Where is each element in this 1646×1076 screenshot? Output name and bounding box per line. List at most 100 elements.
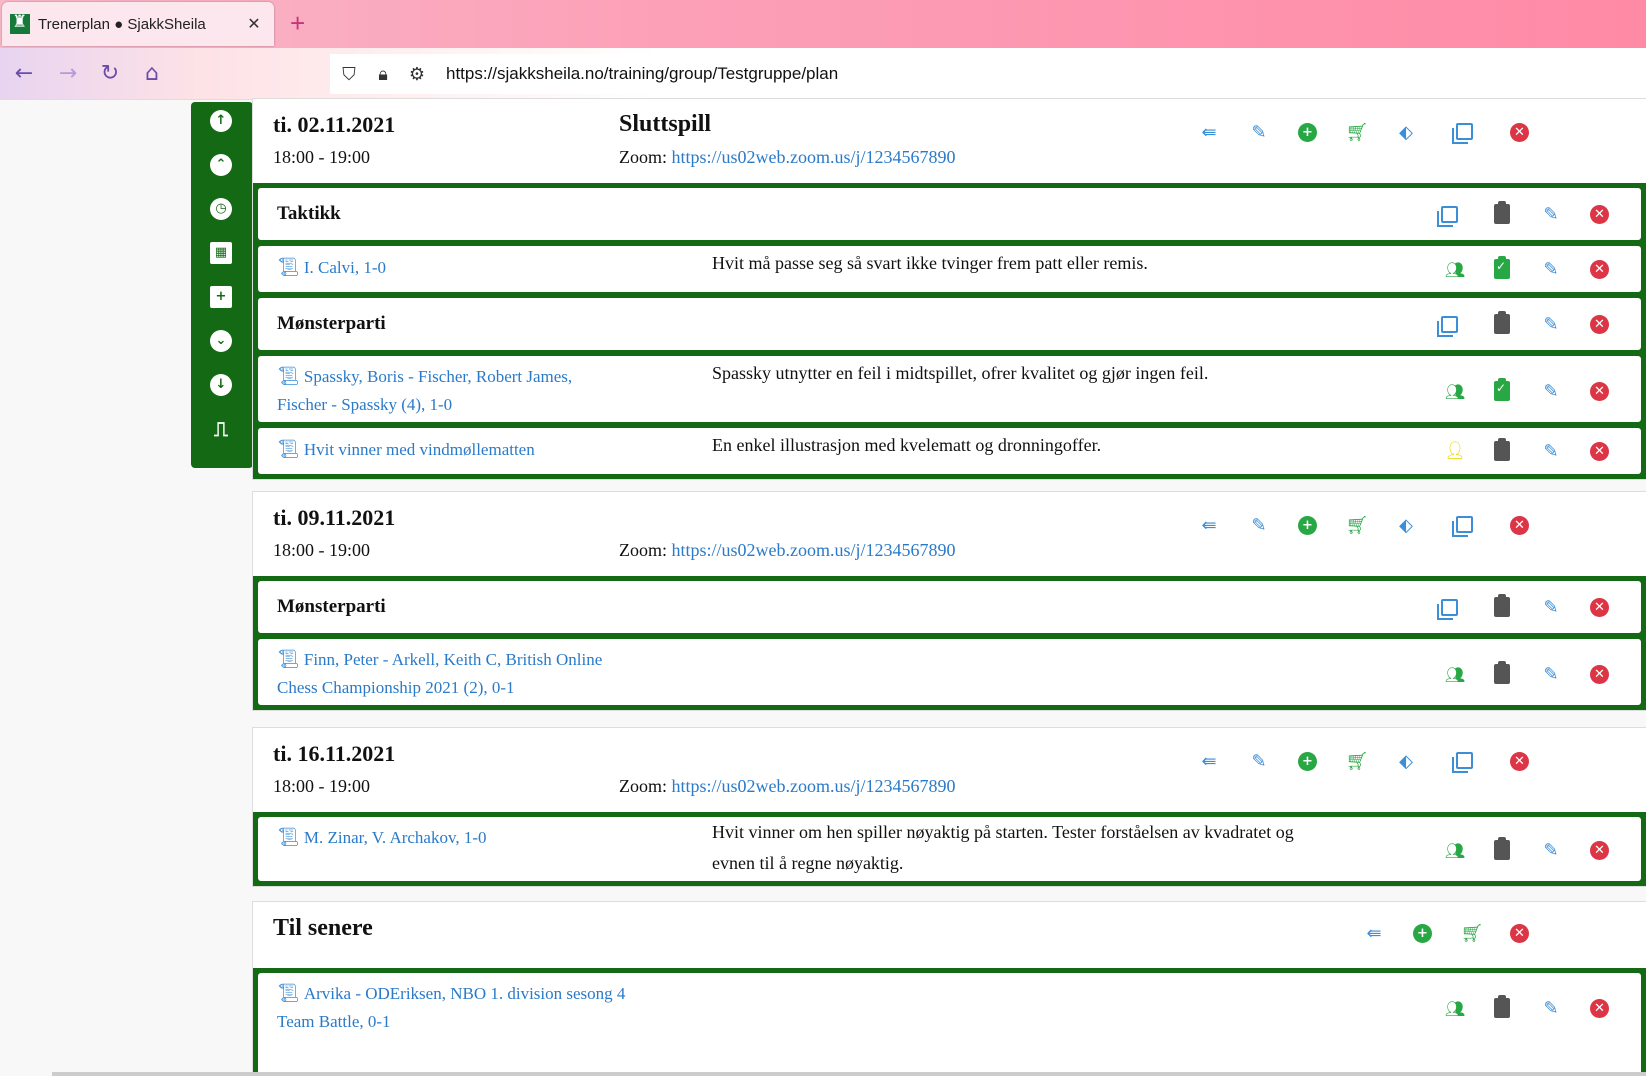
item-actions: 👥︎ ✎ ✕ (1444, 995, 1609, 1019)
import-icon[interactable]: ⇚ (1198, 750, 1220, 772)
delete-icon[interactable]: ✕ (1510, 516, 1529, 535)
zoom-link[interactable]: https://us02web.zoom.us/j/1234567890 (672, 540, 956, 560)
lesson-header: ti. 16.11.2021 18:00 - 19:00 Zoom: https… (253, 728, 1646, 812)
move-bottom-icon[interactable]: ↓ (210, 374, 232, 396)
game-link[interactable]: 📜︎ Spassky, Boris - Fischer, Robert James… (277, 362, 607, 419)
copy-icon[interactable] (1437, 598, 1458, 620)
cart-icon[interactable]: 🛒︎ (1346, 121, 1369, 143)
add-icon[interactable]: + (1298, 123, 1317, 142)
add-icon[interactable]: + (1298, 516, 1317, 535)
exit-door-icon[interactable]: ⎍ (210, 418, 232, 440)
edit-icon[interactable]: ✎ (1540, 380, 1562, 402)
clock-icon[interactable]: ◷ (210, 198, 232, 220)
tab-strip: Trenerplan ● SjakkSheila ✕ + (0, 0, 1646, 48)
clipboard-icon[interactable] (1494, 311, 1510, 334)
delete-icon[interactable]: ✕ (1590, 259, 1609, 279)
add-icon[interactable]: + (1413, 924, 1432, 943)
edit-icon[interactable]: ✎ (1540, 440, 1562, 462)
clipboard-icon[interactable] (1494, 594, 1510, 617)
new-tab-button[interactable]: + (290, 8, 305, 39)
delete-icon[interactable]: ✕ (1590, 314, 1609, 334)
sjakksheila-favicon-icon (10, 12, 30, 34)
game-link[interactable]: 📜︎ I. Calvi, 1-0 (277, 253, 607, 282)
clipboard-check-icon[interactable] (1494, 378, 1510, 401)
address-bar[interactable]: ⛉ 🔒︎ ⚙ https://sjakksheila.no/training/g… (330, 54, 1646, 94)
calendar-icon[interactable]: ▦ (210, 242, 232, 264)
edit-icon[interactable]: ✎ (1248, 750, 1270, 772)
add-icon[interactable]: + (1298, 752, 1317, 771)
url-text[interactable]: https://sjakksheila.no/training/group/Te… (446, 64, 838, 84)
game-link[interactable]: 📜︎ M. Zinar, V. Archakov, 1-0 (277, 823, 607, 852)
import-icon[interactable]: ⇚ (1363, 922, 1385, 944)
clipboard-check-icon[interactable] (1494, 256, 1510, 279)
move-top-icon[interactable]: ↑ (210, 110, 232, 132)
delete-icon[interactable]: ✕ (1590, 441, 1609, 461)
cart-icon[interactable]: 🛒︎ (1346, 750, 1369, 772)
tab-close-icon[interactable]: ✕ (242, 14, 266, 34)
edit-icon[interactable]: ✎ (1540, 997, 1562, 1019)
move-down-icon[interactable]: ⌄ (210, 330, 232, 352)
users-icon[interactable]: 👥︎ (1444, 258, 1466, 280)
calendar-add-icon[interactable]: + (210, 286, 232, 308)
delete-icon[interactable]: ✕ (1590, 840, 1609, 860)
delete-icon[interactable]: ✕ (1590, 597, 1609, 617)
game-link[interactable]: 📜︎ Finn, Peter - Arkell, Keith C, British… (277, 645, 637, 702)
forward-arrow-icon[interactable]: → (54, 60, 82, 88)
later-header: Til senere ⇚ + 🛒︎ ✕ (253, 902, 1646, 968)
copy-icon[interactable] (1452, 516, 1473, 537)
clipboard-icon[interactable] (1494, 661, 1510, 684)
zoom-link[interactable]: https://us02web.zoom.us/j/1234567890 (672, 147, 956, 167)
edit-icon[interactable]: ✎ (1540, 258, 1562, 280)
copy-icon[interactable] (1437, 315, 1458, 337)
cart-icon[interactable]: 🛒︎ (1461, 922, 1484, 944)
delete-icon[interactable]: ✕ (1590, 664, 1609, 684)
shield-icon[interactable]: ⛉ (340, 64, 358, 85)
clipboard-icon[interactable] (1494, 995, 1510, 1018)
home-icon[interactable]: ⌂ (138, 60, 166, 88)
lesson-date: ti. 16.11.2021 (273, 741, 396, 766)
edit-icon[interactable]: ✎ (1540, 596, 1562, 618)
cart-icon[interactable]: 🛒︎ (1346, 514, 1369, 536)
game-link[interactable]: 📜︎ Arvika - ODEriksen, NBO 1. division se… (277, 979, 637, 1036)
edit-icon[interactable]: ✎ (1540, 839, 1562, 861)
users-icon[interactable]: 👥︎ (1444, 380, 1466, 402)
lesson-sections: Taktikk ✎ ✕ 📜︎ I. Calvi, 1-0 Hvit må pass… (253, 183, 1646, 479)
permissions-icon[interactable]: ⚙ (408, 64, 426, 85)
clipboard-icon[interactable] (1494, 438, 1510, 461)
user-icon[interactable]: 👤︎ (1444, 440, 1466, 462)
delete-icon[interactable]: ✕ (1510, 123, 1529, 142)
edit-icon[interactable]: ✎ (1540, 313, 1562, 335)
clipboard-icon[interactable] (1494, 201, 1510, 224)
edit-icon[interactable]: ✎ (1540, 663, 1562, 685)
delete-icon[interactable]: ✕ (1590, 998, 1609, 1018)
reload-icon[interactable]: ↻ (96, 60, 124, 88)
puzzle-icon[interactable]: ⬖ (1395, 121, 1417, 143)
edit-icon[interactable]: ✎ (1248, 121, 1270, 143)
users-icon[interactable]: 👥︎ (1444, 997, 1466, 1019)
delete-icon[interactable]: ✕ (1590, 204, 1609, 224)
horizontal-scrollbar[interactable] (52, 1072, 1646, 1076)
delete-icon[interactable]: ✕ (1590, 381, 1609, 401)
puzzle-icon[interactable]: ⬖ (1395, 750, 1417, 772)
zoom-link[interactable]: https://us02web.zoom.us/j/1234567890 (672, 776, 956, 796)
copy-icon[interactable] (1437, 205, 1458, 227)
puzzle-icon[interactable]: ⬖ (1395, 514, 1417, 536)
lock-icon[interactable]: 🔒︎ (374, 64, 392, 85)
back-arrow-icon[interactable]: ← (10, 60, 38, 88)
import-icon[interactable]: ⇚ (1198, 121, 1220, 143)
later-title: Til senere (273, 915, 373, 941)
import-icon[interactable]: ⇚ (1198, 514, 1220, 536)
browser-tab[interactable]: Trenerplan ● SjakkSheila ✕ (2, 2, 274, 46)
users-icon[interactable]: 👥︎ (1444, 663, 1466, 685)
delete-icon[interactable]: ✕ (1510, 752, 1529, 771)
delete-icon[interactable]: ✕ (1510, 924, 1529, 943)
move-up-icon[interactable]: ⌃ (210, 154, 232, 176)
game-link[interactable]: 📜︎ Hvit vinner med vindmøllematten (277, 435, 607, 464)
users-icon[interactable]: 👥︎ (1444, 839, 1466, 861)
zoom-line: Zoom: https://us02web.zoom.us/j/12345678… (619, 540, 956, 560)
copy-icon[interactable] (1452, 123, 1473, 144)
edit-icon[interactable]: ✎ (1540, 203, 1562, 225)
edit-icon[interactable]: ✎ (1248, 514, 1270, 536)
clipboard-icon[interactable] (1494, 837, 1510, 860)
copy-icon[interactable] (1452, 752, 1473, 773)
